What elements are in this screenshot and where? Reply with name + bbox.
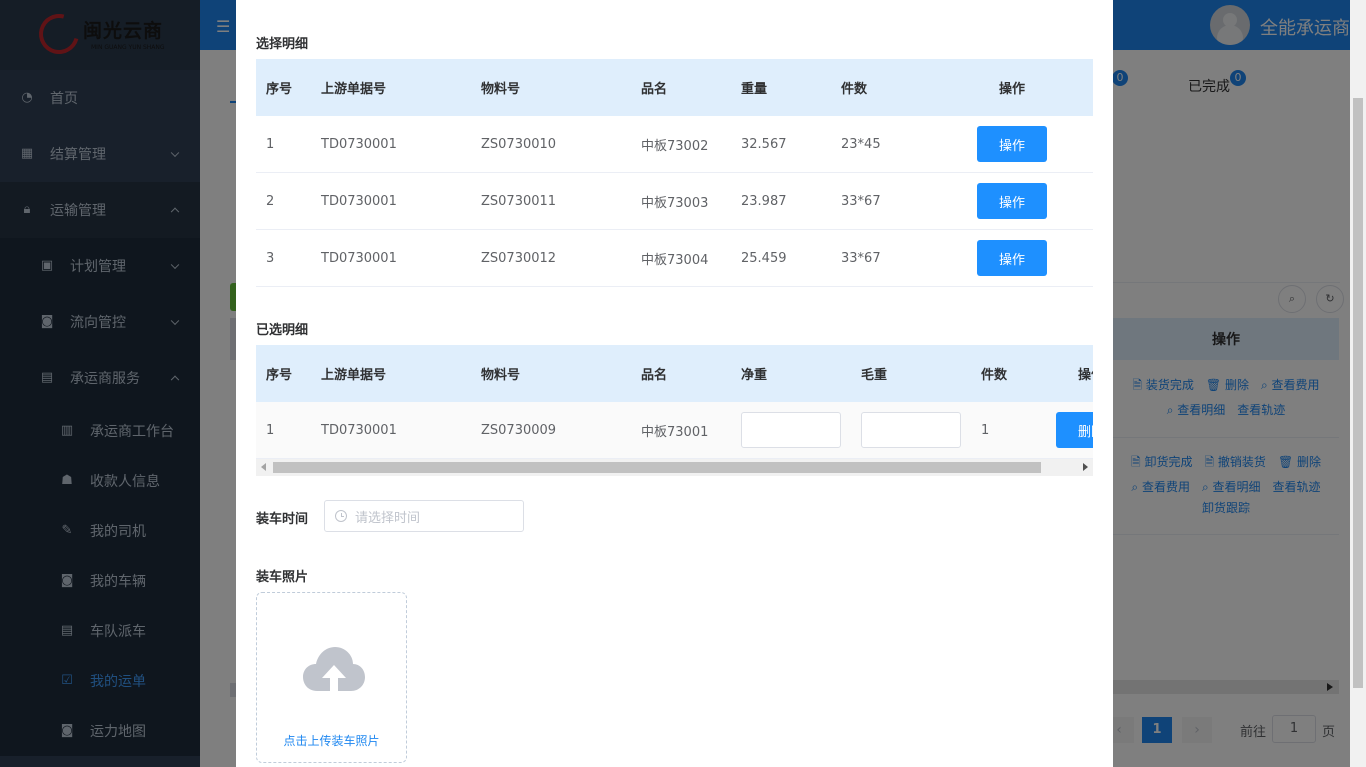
clock-icon [335, 510, 347, 522]
arrow-left-icon[interactable] [261, 463, 266, 471]
gross-weight-input[interactable] [861, 412, 961, 448]
table-horizontal-scrollbar[interactable] [256, 459, 1093, 476]
selected-detail-table: 序号 上游单据号 物料号 品名 净重 毛重 件数 操作 1 TD0730001 … [256, 345, 1093, 459]
operate-button[interactable]: 操作 [977, 240, 1047, 276]
upload-hint[interactable]: 点击上传装车照片 [257, 732, 406, 749]
delete-button[interactable]: 删除 [1056, 412, 1093, 448]
arrow-right-icon[interactable] [1083, 463, 1088, 471]
select-detail-title: 选择明细 [256, 37, 309, 52]
operate-button[interactable]: 操作 [977, 183, 1047, 219]
load-time-picker[interactable]: 请选择时间 [324, 500, 524, 532]
table-row: 1 TD0730001 ZS0730009 中板73001 1 删除 [256, 402, 1093, 459]
table-row: 1 TD0730001 ZS0730010 中板73002 32.567 23*… [256, 116, 1093, 173]
table-row: 3 TD0730001 ZS0730012 中板73004 25.459 33*… [256, 230, 1093, 287]
table-header: 序号 上游单据号 物料号 品名 重量 件数 操作 [256, 59, 1093, 116]
table-header: 序号 上游单据号 物料号 品名 净重 毛重 件数 操作 [256, 345, 1093, 402]
cloud-upload-icon [303, 647, 365, 691]
load-time-label: 装车时间 [256, 512, 309, 527]
net-weight-input[interactable] [741, 412, 841, 448]
window-scrollbar[interactable] [1350, 0, 1366, 767]
table-row: 2 TD0730001 ZS0730011 中板73003 23.987 33*… [256, 173, 1093, 230]
operate-button[interactable]: 操作 [977, 126, 1047, 162]
selected-detail-title: 已选明细 [256, 323, 309, 338]
select-detail-table: 序号 上游单据号 物料号 品名 重量 件数 操作 1 TD0730001 ZS0… [256, 59, 1093, 287]
load-time-placeholder: 请选择时间 [355, 510, 421, 526]
load-photo-label: 装车照片 [256, 570, 309, 585]
photo-upload-area[interactable]: 点击上传装车照片 [256, 592, 407, 763]
load-dialog: 选择明细 序号 上游单据号 物料号 品名 重量 件数 操作 1 TD073000… [236, 0, 1113, 767]
